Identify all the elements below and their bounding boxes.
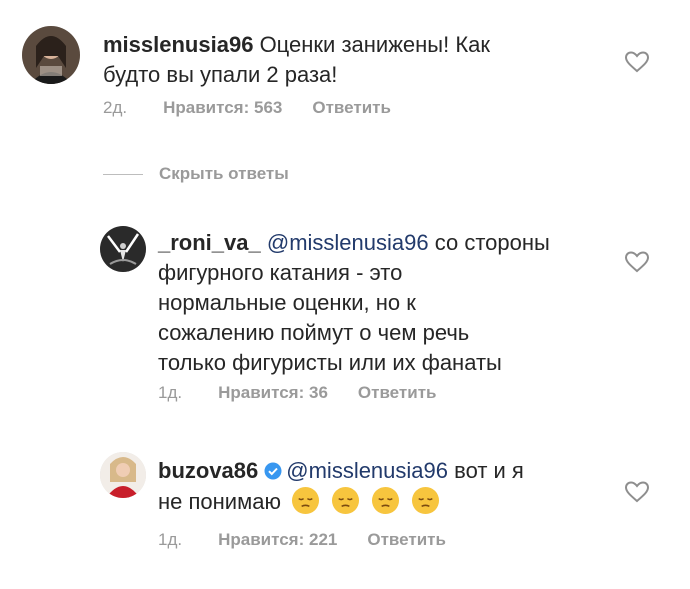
pensive-face-emoji-icon	[292, 486, 320, 515]
comment-username[interactable]: buzova86	[158, 458, 258, 483]
comment-time: 1д.	[158, 383, 183, 402]
comment-meta: 2д. Нравится: 563 Ответить	[103, 98, 391, 118]
pensive-face-emoji-icon	[412, 486, 440, 515]
reply-button[interactable]: Ответить	[367, 530, 446, 550]
comment-body-line: вот и я	[454, 458, 524, 483]
avatar[interactable]	[22, 26, 80, 84]
comment-body-line: нормальные оценки, но к	[158, 290, 416, 315]
like-count[interactable]: Нравится: 563	[163, 98, 282, 118]
divider	[103, 173, 143, 175]
like-count[interactable]: Нравится: 221	[218, 530, 337, 550]
comment-meta: 1д. Нравится: 36 Ответить	[158, 383, 436, 403]
emoji-group	[291, 486, 445, 515]
comment-username[interactable]: misslenusia96	[103, 32, 253, 57]
comment-time: 1д.	[158, 530, 183, 549]
comment-body-line: только фигуристы или их фанаты	[158, 350, 502, 375]
comment-meta: 1д. Нравится: 221 Ответить	[158, 530, 446, 550]
avatar[interactable]	[100, 226, 146, 272]
comment-body-line: Оценки занижены! Как	[259, 32, 491, 57]
verified-badge-icon	[264, 462, 282, 480]
hide-replies-label[interactable]: Скрыть ответы	[159, 164, 289, 184]
comment-text: buzova86 @misslenusia96 вот и я не понима…	[158, 456, 524, 517]
comment-body-line: не понимаю	[158, 489, 281, 514]
mention-link[interactable]: @misslenusia96	[286, 458, 448, 483]
comment-body-line: будто вы упали 2 раза!	[103, 62, 338, 87]
comment-text: _roni_va_ @misslenusia96 со стороны фигу…	[158, 228, 550, 378]
heart-icon[interactable]	[624, 480, 650, 504]
pensive-face-emoji-icon	[332, 486, 360, 515]
comment-body-line: со стороны	[434, 230, 550, 255]
mention-link[interactable]: @misslenusia96	[267, 230, 429, 255]
reply-button[interactable]: Ответить	[358, 383, 437, 403]
reply-button[interactable]: Ответить	[312, 98, 391, 118]
heart-icon[interactable]	[624, 250, 650, 274]
comment-body-line: фигурного катания - это	[158, 260, 403, 285]
comment-text: misslenusia96 Оценки занижены! Как будто…	[103, 30, 490, 90]
hide-replies-toggle[interactable]: Скрыть ответы	[103, 162, 289, 186]
comment-time: 2д.	[103, 98, 128, 117]
comment-username[interactable]: _roni_va_	[158, 230, 261, 255]
heart-icon[interactable]	[624, 50, 650, 74]
comment-body-line: сожалению поймут о чем речь	[158, 320, 470, 345]
like-count[interactable]: Нравится: 36	[218, 383, 328, 403]
pensive-face-emoji-icon	[372, 486, 400, 515]
avatar[interactable]	[100, 452, 146, 498]
